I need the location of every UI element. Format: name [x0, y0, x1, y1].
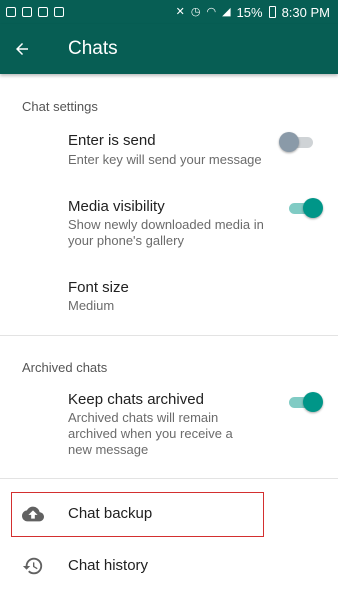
setting-enter-is-send[interactable]: Enter is send Enter key will send your m… — [0, 126, 338, 174]
setting-title: Chat history — [68, 557, 149, 574]
history-icon — [22, 557, 43, 575]
media-visibility-switch[interactable] — [287, 198, 323, 218]
setting-value: Medium — [68, 298, 115, 313]
setting-chat-history[interactable]: Chat history — [0, 545, 338, 589]
switch-thumb — [303, 392, 323, 412]
image-notification-icon — [22, 7, 32, 17]
setting-font-size[interactable]: Font size Medium — [0, 274, 338, 318]
section-header-archived-chats: Archived chats — [22, 360, 108, 375]
section-divider — [0, 478, 338, 479]
setting-keep-chats-archived[interactable]: Keep chats archived Archived chats will … — [0, 386, 338, 462]
setting-title: Media visibility — [68, 198, 165, 215]
setting-subtitle: Enter key will send your message — [68, 152, 262, 167]
notification-icons — [6, 7, 64, 17]
setting-chat-backup[interactable]: Chat backup — [0, 492, 338, 537]
setting-subtitle: Archived chats will remain archived when… — [68, 410, 233, 457]
battery-icon — [268, 6, 276, 18]
setting-title: Chat backup — [68, 505, 153, 522]
clipboard-notification-icon — [54, 7, 64, 17]
switch-thumb — [303, 198, 323, 218]
keep-archived-switch[interactable] — [287, 392, 323, 412]
signal-icon: ◢ — [222, 5, 231, 18]
setting-title: Enter is send — [68, 132, 156, 149]
setting-media-visibility[interactable]: Media visibility Show newly downloaded m… — [0, 192, 338, 252]
battery-percent: 15% — [236, 4, 263, 20]
cloud-upload-icon — [22, 506, 44, 522]
switch-thumb — [279, 132, 299, 152]
mail-notification-icon — [38, 7, 48, 17]
enter-is-send-switch[interactable] — [279, 132, 315, 152]
system-icons: ✕ ◷ ◠ ◢ 15% 8:30 PM — [176, 5, 330, 20]
page-title: Chats — [68, 38, 118, 59]
alarm-icon: ◷ — [190, 5, 201, 18]
message-notification-icon — [6, 7, 16, 17]
clock: 8:30 PM — [281, 4, 330, 20]
section-divider — [0, 335, 338, 336]
back-button[interactable] — [0, 24, 44, 74]
setting-subtitle: Show newly downloaded media in your phon… — [68, 217, 264, 248]
mute-icon: ✕ — [175, 5, 185, 18]
setting-title: Keep chats archived — [68, 391, 204, 408]
section-header-chat-settings: Chat settings — [22, 99, 98, 114]
wifi-icon: ◠ — [206, 5, 217, 18]
app-bar: Chats — [0, 24, 338, 74]
status-bar: ✕ ◷ ◠ ◢ 15% 8:30 PM — [0, 0, 338, 24]
setting-title: Font size — [68, 279, 129, 296]
arrow-back-icon — [16, 43, 28, 55]
